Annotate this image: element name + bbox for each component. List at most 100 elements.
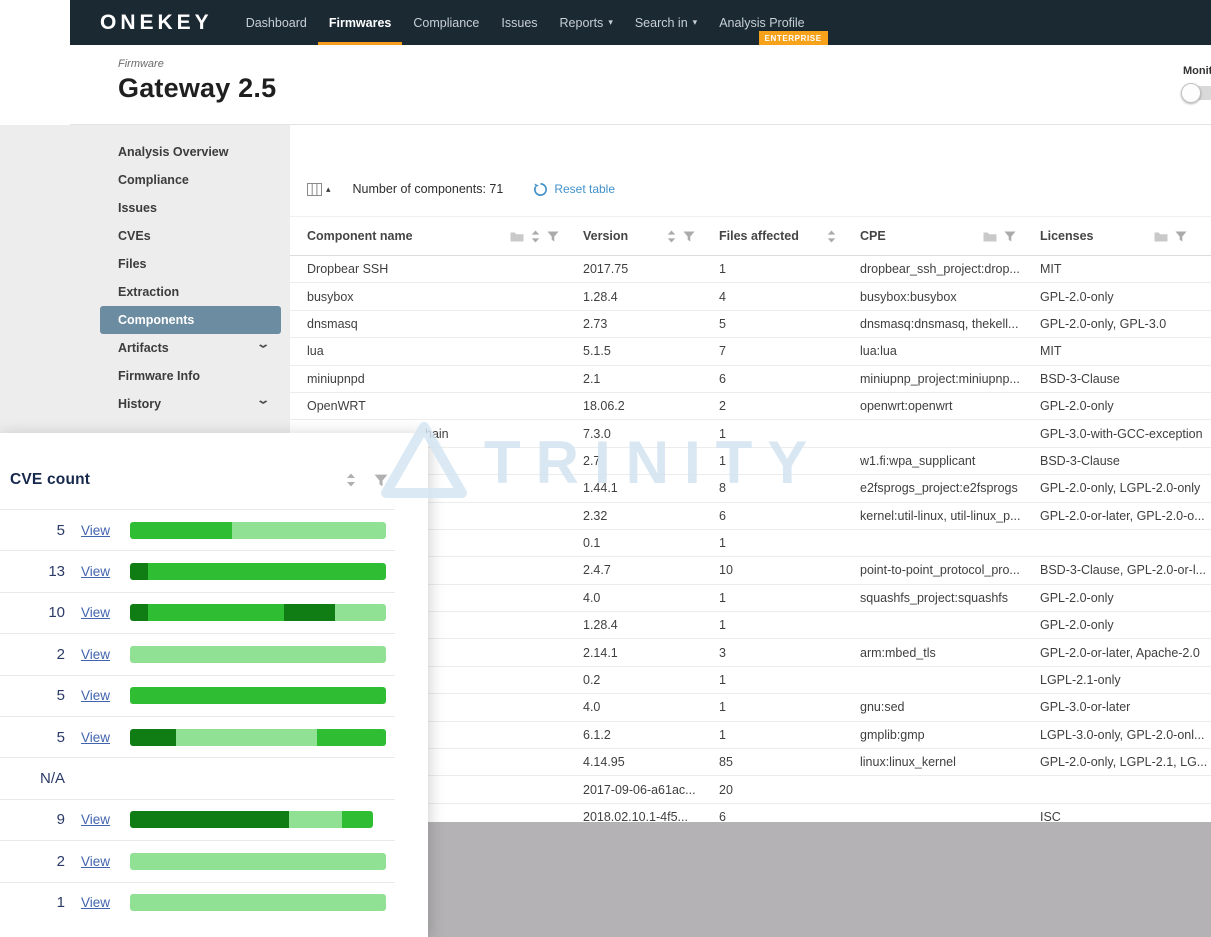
- desktop-background-strip: [0, 125, 70, 433]
- column-header-component-name: Component name: [307, 229, 583, 243]
- cell-version: 2.1: [583, 372, 719, 386]
- table-row[interactable]: 2.4.710point-to-point_protocol_pro...BSD…: [290, 557, 1211, 584]
- column-settings-button[interactable]: ▴: [307, 183, 331, 196]
- table-row[interactable]: 1.44.18e2fsprogs_project:e2fsprogsGPL-2.…: [290, 475, 1211, 502]
- sidebar-item-analysis-overview[interactable]: Analysis Overview: [70, 138, 290, 166]
- table-row[interactable]: OpenWRT18.06.22openwrt:openwrtGPL-2.0-on…: [290, 393, 1211, 420]
- chevron-down-icon[interactable]: ⌄: [256, 338, 270, 351]
- nav-item-analysis-profile[interactable]: Analysis ProfileENTERPRISE: [708, 0, 815, 45]
- cve-view-link[interactable]: View: [81, 895, 117, 910]
- cell-files-affected: 1: [719, 262, 860, 276]
- sidebar-item-cves[interactable]: CVEs: [70, 222, 290, 250]
- table-row[interactable]: 4.14.9585linux:linux_kernelGPL-2.0-only,…: [290, 749, 1211, 776]
- cve-bar-track: [130, 811, 373, 828]
- cve-bar: [130, 811, 373, 828]
- table-row[interactable]: lua5.1.57lua:luaMIT: [290, 338, 1211, 365]
- cve-bar-segment: [130, 604, 148, 621]
- table-row[interactable]: 6.1.21gmplib:gmpLGPL-3.0-only, GPL-2.0-o…: [290, 722, 1211, 749]
- sidebar-item-label: Analysis Overview: [118, 145, 228, 159]
- table-row[interactable]: Dropbear SSH2017.751dropbear_ssh_project…: [290, 256, 1211, 283]
- table-row[interactable]: 2.326kernel:util-linux, util-linux_p...G…: [290, 503, 1211, 530]
- cve-row: 2View: [0, 633, 395, 674]
- column-header-cpe: CPE: [860, 229, 1040, 243]
- sort-icon[interactable]: [827, 230, 836, 243]
- table-row[interactable]: 0.11: [290, 530, 1211, 557]
- table-row[interactable]: 4.01gnu:sedGPL-3.0-or-later: [290, 694, 1211, 721]
- sidebar-item-label: Issues: [118, 201, 157, 215]
- cve-rows: 5View13View10View2View5View5ViewN/A9View…: [0, 509, 428, 923]
- filter-icon[interactable]: [547, 231, 559, 242]
- chevron-down-icon[interactable]: ⌄: [256, 394, 270, 407]
- table-body: Dropbear SSH2017.751dropbear_ssh_project…: [290, 256, 1211, 831]
- cell-cpe: miniupnp_project:miniupnp...: [860, 372, 1040, 386]
- nav-item-firmwares[interactable]: Firmwares: [318, 0, 403, 45]
- nav-item-issues[interactable]: Issues: [490, 0, 548, 45]
- sidebar-item-files[interactable]: Files: [70, 250, 290, 278]
- table-row[interactable]: dnsmasq2.735dnsmasq:dnsmasq, thekell...G…: [290, 311, 1211, 338]
- table-row[interactable]: 4.01squashfs_project:squashfsGPL-2.0-onl…: [290, 585, 1211, 612]
- cve-view-link[interactable]: View: [81, 564, 117, 579]
- nav-item-reports[interactable]: Reports▾: [549, 0, 624, 45]
- cve-view-link[interactable]: View: [81, 812, 117, 827]
- cve-view-link[interactable]: View: [81, 854, 117, 869]
- sort-icon[interactable]: [667, 230, 676, 243]
- nav-item-compliance[interactable]: Compliance: [402, 0, 490, 45]
- sidebar-item-label: Files: [118, 257, 147, 271]
- sidebar-item-components[interactable]: Components: [100, 306, 281, 334]
- sidebar-item-compliance[interactable]: Compliance: [70, 166, 290, 194]
- table-row[interactable]: 1.28.41GPL-2.0-only: [290, 612, 1211, 639]
- sidebar-item-label: Firmware Info: [118, 369, 200, 383]
- components-count: Number of components: 71: [353, 182, 504, 196]
- sidebar-item-label: Artifacts: [118, 341, 169, 355]
- column-header-files-affected: Files affected: [719, 229, 860, 243]
- monitoring-control: Monitoring: [1183, 65, 1211, 100]
- sidebar-item-label: Components: [118, 313, 194, 327]
- cve-view-link[interactable]: View: [81, 605, 117, 620]
- folder-icon[interactable]: [1154, 231, 1168, 242]
- folder-icon[interactable]: [983, 231, 997, 242]
- nav-item-dashboard[interactable]: Dashboard: [235, 0, 318, 45]
- cve-view-link[interactable]: View: [81, 688, 117, 703]
- table-row[interactable]: 2.71w1.fi:wpa_supplicantBSD-3-Clause: [290, 448, 1211, 475]
- filter-icon[interactable]: [683, 231, 695, 242]
- chevron-down-icon: ▾: [608, 17, 613, 28]
- page-title: Gateway 2.5: [118, 73, 1211, 104]
- sidebar-item-artifacts[interactable]: Artifacts ⌄: [70, 334, 290, 362]
- table-row[interactable]: 2017-09-06-a61ac...20: [290, 776, 1211, 803]
- filter-icon[interactable]: [1004, 231, 1016, 242]
- monitoring-toggle[interactable]: [1183, 86, 1211, 100]
- cell-version: 18.06.2: [583, 399, 719, 413]
- reset-table-button[interactable]: Reset table: [533, 182, 615, 197]
- sidebar-item-history[interactable]: History⌄: [70, 390, 290, 418]
- table-row[interactable]: miniupnpd2.16miniupnp_project:miniupnp..…: [290, 366, 1211, 393]
- enterprise-badge: ENTERPRISE: [759, 31, 828, 45]
- cve-row: N/A: [0, 757, 395, 798]
- sidebar-item-firmware-info[interactable]: Firmware Info: [70, 362, 290, 390]
- cve-view-link[interactable]: View: [81, 523, 117, 538]
- table-row[interactable]: 0.21LGPL-2.1-only: [290, 667, 1211, 694]
- cell-cpe: squashfs_project:squashfs: [860, 591, 1040, 605]
- table-row[interactable]: busybox1.28.44busybox:busyboxGPL-2.0-onl…: [290, 283, 1211, 310]
- sidebar-item-extraction[interactable]: Extraction: [70, 278, 290, 306]
- cell-files-affected: 1: [719, 673, 860, 687]
- sidebar-item-label: Compliance: [118, 173, 189, 187]
- cve-bar-track: [130, 894, 386, 911]
- cve-view-link[interactable]: View: [81, 647, 117, 662]
- cell-files-affected: 5: [719, 317, 860, 331]
- filter-icon[interactable]: [1175, 231, 1187, 242]
- table-row[interactable]: 2.14.13arm:mbed_tlsGPL-2.0-or-later, Apa…: [290, 639, 1211, 666]
- cve-bar-segment: [176, 729, 317, 746]
- folder-icon[interactable]: [510, 231, 524, 242]
- cve-count-value: 5: [10, 729, 65, 746]
- sort-icon[interactable]: [346, 473, 356, 487]
- sidebar-item-issues[interactable]: Issues: [70, 194, 290, 222]
- sort-icon[interactable]: [531, 230, 540, 243]
- nav-item-label: Dashboard: [246, 16, 307, 30]
- table-row[interactable]: hain7.3.01GPL-3.0-with-GCC-exception: [290, 420, 1211, 447]
- sidebar-item-label: CVEs: [118, 229, 151, 243]
- cve-view-link[interactable]: View: [81, 730, 117, 745]
- filter-icon[interactable]: [374, 474, 388, 487]
- onekey-logo[interactable]: ONEKEY: [100, 11, 213, 35]
- nav-item-label: Firmwares: [329, 16, 392, 30]
- nav-item-search-in[interactable]: Search in▾: [624, 0, 708, 45]
